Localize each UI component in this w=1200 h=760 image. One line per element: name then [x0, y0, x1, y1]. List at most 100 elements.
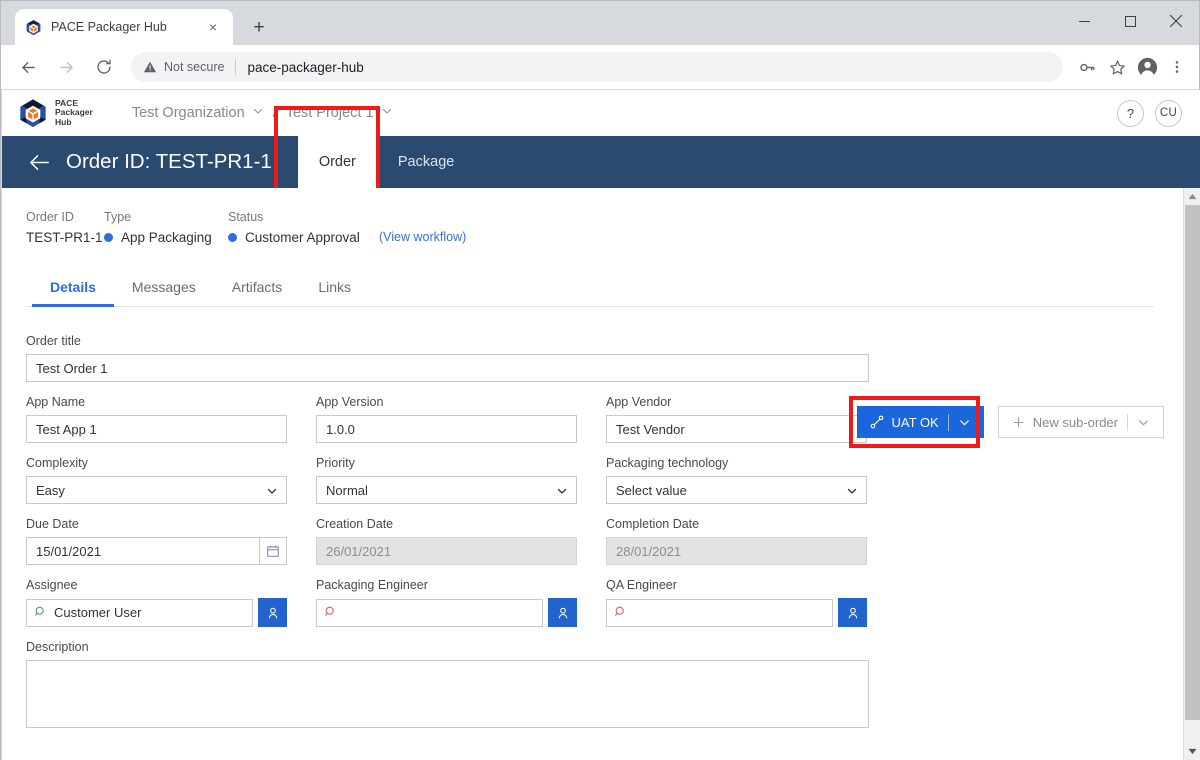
priority-label: Priority [316, 456, 355, 470]
key-icon[interactable] [1073, 53, 1101, 81]
completion-date-label: Completion Date [606, 517, 700, 531]
chevron-down-icon [381, 105, 393, 121]
app-version-label: App Version [316, 395, 384, 409]
warning-triangle-icon [143, 61, 157, 73]
breadcrumb-organization[interactable]: Test Organization [132, 105, 264, 121]
app-name-label: App Name [26, 395, 86, 409]
qa-engineer-input[interactable] [606, 598, 833, 627]
window-controls [1061, 1, 1199, 45]
search-icon [324, 605, 337, 621]
maximize-icon[interactable] [1107, 1, 1153, 41]
creation-date-label: Creation Date [316, 517, 394, 531]
view-workflow-link[interactable]: (View workflow) [379, 230, 466, 244]
help-button[interactable]: ? [1117, 99, 1144, 127]
field-due-date: Due Date 15/01/2021 [26, 517, 287, 565]
app-header: PACE Packager Hub Test Organization / Te… [2, 90, 1200, 136]
priority-select[interactable]: Normal [316, 476, 577, 504]
close-icon[interactable] [1153, 1, 1199, 41]
order-title-input[interactable]: Test Order 1 [26, 354, 869, 382]
due-date-picker[interactable]: 15/01/2021 [26, 537, 287, 565]
close-icon[interactable]: × [203, 17, 223, 37]
meta-type-label: Type [104, 210, 132, 224]
field-app-vendor: App Vendor Test Vendor [606, 395, 867, 443]
description-textarea[interactable] [26, 660, 869, 728]
breadcrumb-project-label: Test Project 1 [285, 105, 374, 121]
app-version-input[interactable]: 1.0.0 [316, 415, 577, 443]
field-order-title: Order title Test Order 1 [26, 334, 869, 382]
breadcrumb-organization-label: Test Organization [131, 105, 245, 121]
select-assignee-button[interactable] [258, 598, 287, 627]
field-completion-date: Completion Date 28/01/2021 [606, 517, 867, 565]
field-app-version: App Version 1.0.0 [316, 395, 577, 443]
chevron-down-icon[interactable] [958, 416, 971, 429]
browser-tab-title: PACE Packager Hub [51, 20, 167, 34]
order-content: Order ID TEST-PR1-1 Type App Packaging S… [2, 188, 1200, 760]
field-packaging-engineer: Packaging Engineer [316, 578, 577, 627]
breadcrumb-separator: / [272, 105, 277, 121]
completion-date-value: 28/01/2021 [606, 537, 867, 565]
meta-order-id: Order ID TEST-PR1-1 [26, 210, 104, 245]
address-bar[interactable]: Not secure pace-packager-hub [131, 52, 1063, 82]
description-label: Description [26, 640, 89, 654]
avatar[interactable]: CU [1155, 99, 1182, 127]
form-row-dates: Due Date 15/01/2021 Creation Date 26/01/… [26, 517, 1200, 565]
order-header-bar: Order ID: TEST-PR1-1 Order Package [2, 106, 1200, 192]
field-creation-date: Creation Date 26/01/2021 [316, 517, 577, 565]
breadcrumb-project[interactable]: Test Project 1 [286, 105, 393, 121]
calendar-icon[interactable] [259, 537, 287, 565]
reload-icon[interactable] [88, 51, 120, 83]
tab-links[interactable]: Links [300, 279, 369, 306]
chevron-down-icon[interactable] [1137, 416, 1150, 429]
tab-details[interactable]: Details [32, 279, 114, 307]
new-tab-button[interactable]: + [245, 13, 273, 41]
workflow-icon [870, 415, 884, 429]
plus-icon [1012, 416, 1025, 429]
browser-tab[interactable]: PACE Packager Hub × [15, 9, 233, 45]
meta-order-id-value: TEST-PR1-1 [26, 230, 103, 245]
meta-type-text: App Packaging [121, 230, 212, 245]
assignee-input[interactable]: Customer User [26, 598, 253, 627]
assignee-value: Customer User [54, 605, 142, 620]
select-packaging-engineer-button[interactable] [548, 598, 577, 627]
qa-engineer-picker[interactable] [606, 598, 867, 627]
app-name-input[interactable]: Test App 1 [26, 415, 287, 443]
packaging-technology-select[interactable]: Select value [606, 476, 867, 504]
back-arrow-icon[interactable] [12, 51, 44, 83]
meta-type: Type App Packaging [104, 210, 228, 245]
scroll-up-arrow-icon[interactable] [1184, 188, 1200, 205]
complexity-label: Complexity [26, 456, 88, 470]
minimize-icon[interactable] [1061, 1, 1107, 41]
url-text: pace-packager-hub [247, 59, 364, 75]
detail-tabs: Details Messages Artifacts Links [26, 279, 1154, 307]
packaging-technology-label: Packaging technology [606, 456, 729, 470]
star-icon[interactable] [1103, 53, 1131, 81]
back-arrow-icon[interactable] [26, 149, 52, 175]
uat-ok-button[interactable]: UAT OK [856, 406, 984, 438]
select-qa-engineer-button[interactable] [838, 598, 867, 627]
order-meta: Order ID TEST-PR1-1 Type App Packaging S… [2, 188, 1200, 245]
search-icon [614, 605, 627, 621]
packaging-engineer-input[interactable] [316, 598, 543, 627]
tab-package[interactable]: Package [377, 136, 475, 188]
profile-avatar-icon[interactable] [1133, 53, 1161, 81]
complexity-select[interactable]: Easy [26, 476, 287, 504]
tab-order[interactable]: Order [297, 136, 377, 188]
three-dot-menu-icon[interactable] [1163, 53, 1191, 81]
app-logo[interactable]: PACE Packager Hub [18, 98, 93, 128]
field-assignee: Assignee Customer User [26, 578, 287, 627]
not-secure-indicator[interactable]: Not secure [143, 60, 224, 74]
new-sub-order-button[interactable]: New sub-order [997, 406, 1164, 438]
assignee-picker[interactable]: Customer User [26, 598, 287, 627]
tab-messages[interactable]: Messages [114, 279, 214, 306]
scroll-down-arrow-icon[interactable] [1184, 743, 1200, 760]
form-row-people: Assignee Customer User Packaging Enginee… [26, 578, 1200, 627]
due-date-input[interactable]: 15/01/2021 [26, 537, 259, 565]
complexity-value: Easy [26, 476, 287, 504]
packaging-engineer-picker[interactable] [316, 598, 577, 627]
app-vendor-input[interactable]: Test Vendor [606, 415, 867, 443]
tab-artifacts[interactable]: Artifacts [214, 279, 301, 306]
pace-cube-icon [18, 98, 48, 128]
scrollbar-thumb[interactable] [1185, 205, 1200, 720]
vertical-scrollbar[interactable] [1183, 188, 1200, 760]
status-dot-icon [104, 233, 113, 242]
